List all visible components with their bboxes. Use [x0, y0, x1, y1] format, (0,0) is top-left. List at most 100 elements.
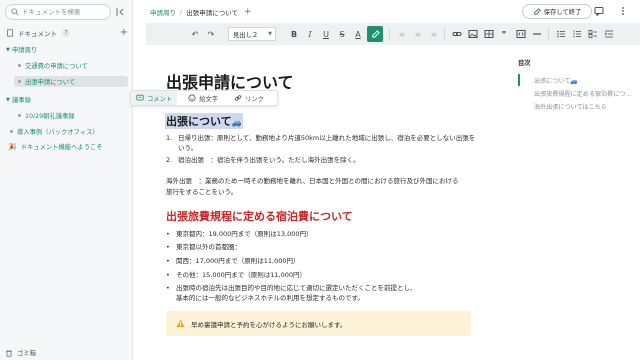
indent-icon[interactable] — [604, 29, 614, 39]
add-document-icon[interactable]: + — [120, 28, 128, 38]
toc-item[interactable]: 出張旅費規程に定める宿泊費につ... — [534, 89, 631, 98]
emoji-button[interactable]: 絵文字 — [183, 91, 223, 105]
list-item[interactable]: • 出張時の宿泊先は出張目的や目的地に応じて適切に選定いただくことを前提とし、 — [166, 283, 417, 293]
quote-icon[interactable]: ❞ — [498, 23, 510, 45]
list-item-continuation[interactable]: いう。 — [178, 143, 197, 153]
list-item[interactable]: • その他：15,000円まで（原則は11,000円） — [166, 270, 306, 280]
list-item-continuation[interactable]: 基本的には一般的なビジネスホテルの利用を想定するものです。 — [176, 293, 364, 303]
trash-link[interactable]: ゴミ箱 — [5, 348, 36, 357]
list-item[interactable]: • 関西：17,000円まで（原則は11,000円） — [166, 256, 300, 266]
formatting-toolbar: ↶ ↷ 見出し２ ▼ B I U S A ≡ ≡ ≡ ❞ — [146, 23, 640, 45]
image-icon[interactable] — [468, 29, 478, 39]
bullet-dot-icon: • — [166, 243, 170, 251]
bullet-dot-icon — [18, 114, 21, 117]
list-text: 東京都以外の首都圏： — [176, 243, 241, 251]
toc-item[interactable]: 出張について🚙 — [534, 76, 578, 85]
paragraph-line[interactable]: 旅行をすることをいう。 — [166, 187, 476, 197]
list-text: 宿泊出張 ：宿泊を伴う出張をいう。ただし海外出張を除く。 — [178, 156, 360, 164]
list-number: 2. — [166, 156, 173, 164]
heading-lodging[interactable]: 出張旅費規程に定める宿泊費について — [166, 208, 353, 224]
highlight-button[interactable] — [367, 26, 383, 42]
breadcrumb: 申請周り / 出張申請について + — [150, 7, 252, 17]
link-icon[interactable] — [452, 29, 462, 39]
numbered-list-icon[interactable] — [572, 29, 582, 39]
emoji-label: 絵文字 — [199, 95, 219, 103]
toc-item[interactable]: 海外出張についてはこちら — [534, 102, 607, 111]
toc-title: 目次 — [518, 60, 531, 67]
sidebar-item-document-selected[interactable]: 出張申請について — [14, 76, 128, 87]
documents-section-header[interactable]: ドキュメント 7 + — [6, 27, 128, 39]
paragraph-line[interactable]: 海外出張 ：業務のため一時その勤務地を離れ、日本国と外国との間における旅行及び外… — [166, 176, 476, 186]
list-text: いう。 — [178, 144, 198, 152]
comment-button[interactable]: コメント — [131, 91, 178, 105]
car-icon: 🚙 — [570, 78, 578, 85]
list-item[interactable]: 1. 日帰り出張：原則として、勤務地より片道50km以上離れた地域に出張し、宿泊を… — [166, 133, 475, 143]
table-icon[interactable] — [484, 29, 494, 39]
toolbar-divider — [444, 28, 445, 40]
heading-selected[interactable]: 出張について🚙 — [165, 113, 243, 129]
list-text: 出張時の宿泊先は出張目的や目的地に応じて適切に選定いただくことを前提とし、 — [176, 284, 417, 292]
redo-icon[interactable]: ↷ — [204, 23, 218, 45]
align-right-icon[interactable]: ≡ — [428, 23, 440, 45]
sidebar-item-welcome[interactable]: 🎉 ドキュメント機能へようこそ — [8, 141, 103, 152]
warning-callout[interactable]: 早め裏議申請と予約を心がけるようにお願いします。 — [166, 311, 471, 336]
chevron-down-icon: ▼ — [268, 31, 272, 37]
link-icon — [234, 95, 242, 101]
list-text: 東京都内：19,000円まで（原則は13,000円） — [176, 230, 313, 238]
more-options-icon[interactable] — [618, 6, 628, 16]
sidebar-item-label: 10/29朝礼議事録 — [25, 113, 75, 120]
italic-button[interactable]: I — [304, 23, 316, 45]
bold-button[interactable]: B — [288, 23, 300, 45]
list-text: その他：15,000円まで（原則は11,000円） — [176, 271, 306, 279]
document-count-badge: 7 — [62, 29, 70, 37]
table-of-contents: 目次 出張について🚙 出張旅費規程に定める宿泊費につ... 海外出張についてはこ… — [518, 58, 638, 111]
search-input[interactable] — [22, 8, 108, 16]
document-editor[interactable]: 出張申請について コメント 絵文字 リンク 出張について🚙 1. 日帰り出張：原則… — [130, 45, 500, 360]
sidebar-item-folder[interactable]: ▼ 申請周り — [6, 44, 37, 55]
comment-panel-icon[interactable] — [594, 6, 604, 16]
trash-label: ゴミ箱 — [17, 350, 36, 357]
save-and-exit-button[interactable]: 保存して終了 — [522, 4, 592, 19]
align-left-icon[interactable]: ≡ — [396, 23, 408, 45]
bullet-dot-icon: • — [166, 230, 170, 238]
search-icon — [11, 8, 19, 16]
font-color-button[interactable]: A — [352, 23, 364, 45]
code-block-icon[interactable] — [516, 29, 526, 39]
horizontal-rule-icon[interactable] — [532, 29, 542, 39]
align-center-icon[interactable]: ≡ — [412, 23, 424, 45]
list-item[interactable]: • 東京都内：19,000円まで（原則は13,000円） — [166, 229, 313, 239]
bullet-dot-icon: • — [166, 257, 170, 265]
sidebar-item-folder[interactable]: ▼ 議事録 — [6, 94, 31, 105]
strikethrough-button[interactable]: S — [336, 23, 348, 45]
undo-icon[interactable]: ↶ — [188, 23, 202, 45]
link-button[interactable]: リンク — [229, 91, 269, 105]
breadcrumb-separator: / — [180, 8, 183, 16]
list-item[interactable]: • 東京都以外の首都圏： — [166, 242, 241, 252]
comment-icon — [136, 94, 144, 101]
section-title: ドキュメント — [18, 30, 57, 38]
underline-button[interactable]: U — [320, 23, 332, 45]
comment-label: コメント — [147, 95, 173, 103]
sidebar-item-label: 申請周り — [12, 47, 38, 54]
bulleted-list-icon[interactable] — [556, 29, 566, 39]
toolbar-divider — [548, 28, 549, 40]
top-bar: 申請周り / 出張申請について + 保存して終了 — [134, 0, 640, 23]
sidebar-item-document[interactable]: 交通費の申請について — [18, 60, 88, 71]
bullet-dot-icon — [18, 64, 21, 67]
search-box[interactable] — [5, 4, 111, 20]
highlighter-pen-icon — [371, 29, 380, 38]
list-text: 基本的には一般的なビジネスホテルの利用を想定するものです。 — [176, 294, 364, 302]
heading-level-select[interactable]: 見出し２ ▼ — [228, 27, 276, 41]
bullet-dot-icon: • — [166, 284, 170, 292]
collapse-sidebar-icon[interactable] — [115, 7, 125, 17]
list-item[interactable]: 2. 宿泊出張 ：宿泊を伴う出張をいう。ただし海外出張を除く。 — [166, 155, 360, 165]
add-page-icon[interactable]: + — [244, 7, 252, 17]
heading-text: 出張について — [166, 115, 232, 128]
bullet-dot-icon: • — [166, 271, 170, 279]
breadcrumb-parent[interactable]: 申請周り — [150, 7, 176, 17]
toc-active-indicator — [518, 74, 520, 86]
breadcrumb-current: 出張申請について — [186, 9, 239, 17]
checklist-icon[interactable] — [588, 29, 598, 39]
sidebar-item-document[interactable]: 導入事例（バックオフィス） — [10, 126, 99, 137]
sidebar-item-document[interactable]: 10/29朝礼議事録 — [18, 110, 75, 121]
